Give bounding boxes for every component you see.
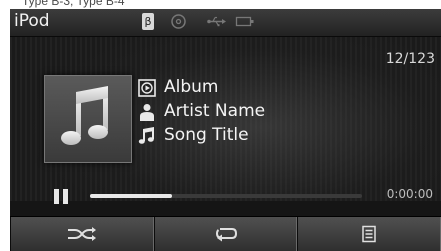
shuffle-button[interactable]	[10, 217, 154, 251]
shuffle-icon	[67, 227, 96, 241]
list-icon	[362, 225, 376, 243]
elapsed-time: 0:00:00	[386, 187, 433, 201]
control-bar	[10, 216, 441, 251]
usb-icon	[207, 16, 226, 27]
pause-icon[interactable]	[52, 189, 72, 207]
disc-icon	[171, 14, 186, 29]
music-note-icon	[61, 86, 108, 145]
screen-title: iPod	[14, 11, 50, 31]
list-button[interactable]	[297, 217, 441, 251]
battery-icon	[235, 16, 254, 27]
bluetooth-icon: β	[142, 13, 154, 30]
page-caption: Type B-3, Type B-4	[22, 0, 125, 8]
music-note-icon	[138, 127, 154, 144]
song-title: Song Title	[164, 125, 249, 145]
album-art	[44, 75, 132, 163]
status-bar: iPod β	[10, 9, 441, 37]
progress-track[interactable]	[90, 194, 362, 198]
album-icon	[138, 79, 156, 97]
person-icon	[140, 104, 154, 121]
track-counter: 12/123	[385, 51, 435, 67]
ipod-screen: iPod β 12/123 Album Artist Name Song Tit…	[10, 9, 441, 251]
album-name: Album	[164, 77, 219, 97]
progress-fill	[90, 194, 172, 198]
repeat-button[interactable]	[153, 217, 298, 251]
artist-name: Artist Name	[164, 101, 266, 121]
repeat-icon	[215, 228, 237, 242]
now-playing-area: 12/123 Album Artist Name Song Title	[10, 37, 441, 201]
